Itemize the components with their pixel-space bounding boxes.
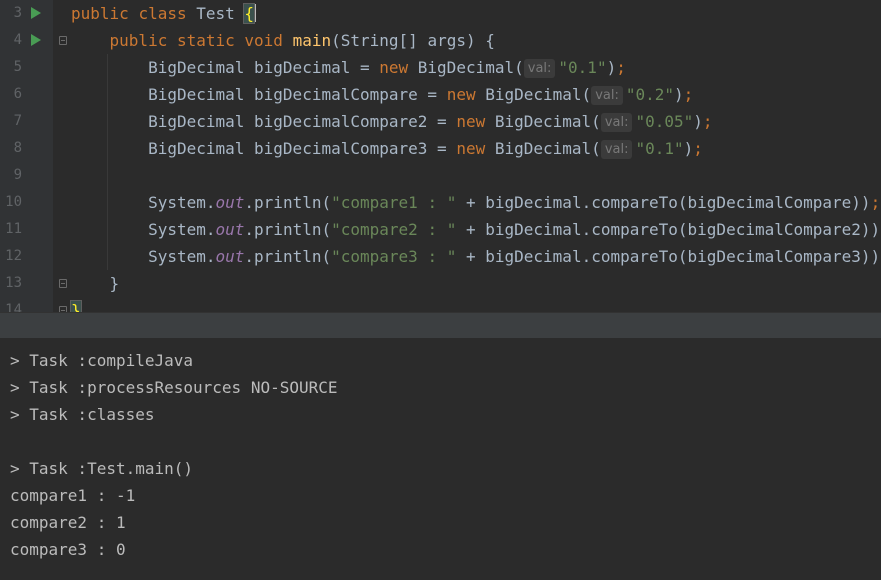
line-number: 3 [13,5,22,21]
line-number: 10 [5,194,22,210]
text-caret [254,4,257,22]
code-token: new [456,139,495,158]
panel-splitter[interactable] [0,312,881,339]
code-line: System.out.println("compare2 : " + bigDe… [71,216,881,243]
code-line: public class Test { [71,0,881,27]
code-token: "0.2" [625,85,675,104]
code-token: ) [674,85,684,104]
code-token: ; [693,139,703,158]
code-token: BigDecimal bigDecimalCompare = [71,85,447,104]
code-token: System. [71,193,216,212]
code-token: BigDecimal bigDecimal = [71,58,380,77]
code-token: static [176,31,245,50]
code-token: "compare1 : " [331,193,457,212]
parameter-hint: val: [523,59,556,78]
code-token: new [446,85,486,104]
code-line: public static void main(String[] args) { [71,27,881,54]
parameter-hint: val: [600,140,633,159]
code-token: BigDecimal( [494,139,601,158]
code-token: "compare3 : " [331,247,457,266]
code-token: main [292,31,332,50]
line-number: 12 [5,248,22,264]
code-token: out [215,193,245,212]
code-line: BigDecimal bigDecimalCompare3 = new BigD… [71,135,881,162]
fold-toggle-icon[interactable] [59,36,67,45]
run-console[interactable]: > Task :compileJava > Task :processResour… [0,339,881,580]
code-token: System. [71,247,216,266]
code-token: (String[] args) { [331,31,495,50]
code-token: .println( [244,247,332,266]
fold-toggle-icon[interactable] [59,279,67,288]
code-token: "0.1" [635,139,684,158]
code-token: } [70,300,82,312]
code-token: Test [196,4,245,23]
code-token: new [456,112,495,131]
code-token: } [71,274,120,293]
line-number: 6 [13,86,22,102]
line-number: 13 [5,275,22,291]
run-gutter-icon[interactable] [31,34,41,46]
run-gutter-icon[interactable] [31,7,41,19]
code-token: + bigDecimal.compareTo(bigDecimalCompare… [456,193,871,212]
line-number: 11 [5,221,22,237]
code-token: BigDecimal bigDecimalCompare3 = [71,139,457,158]
code-token: ; [683,85,694,104]
code-token: "compare2 : " [331,220,457,239]
code-token: + bigDecimal.compareTo(bigDecimalCompare… [456,220,881,239]
code-line: System.out.println("compare3 : " + bigDe… [71,243,881,270]
code-token: public [71,4,139,23]
line-number: 4 [13,32,22,48]
parameter-hint: val: [600,113,633,132]
code-token: BigDecimal( [417,58,524,77]
code-token: + bigDecimal.compareTo(bigDecimalCompare… [456,247,881,266]
code-token: .println( [244,220,332,239]
line-number: 9 [13,167,22,183]
console-output-line: compare3 : 0 [10,540,126,559]
code-line: BigDecimal bigDecimalCompare2 = new BigD… [71,108,881,135]
code-token: ) [683,139,694,158]
code-line: } [71,270,881,297]
ide-window: 3 public class Test {4 public static void… [0,0,881,580]
line-number: 5 [13,59,22,75]
parameter-hint: val: [591,86,623,105]
code-token: ; [870,193,881,212]
code-token: BigDecimal bigDecimalCompare2 = [71,112,457,131]
console-output-line: > Task :classes [10,405,155,424]
code-token: out [215,220,245,239]
code-token: System. [71,220,216,239]
console-output-line: compare2 : 1 [10,513,126,532]
code-token: ) [606,58,617,77]
fold-column [53,0,71,312]
code-token: { [243,3,256,24]
code-token: ; [702,112,713,131]
code-token: "0.1" [558,58,607,77]
code-token: public [71,31,177,50]
code-editor[interactable]: 3 public class Test {4 public static void… [0,0,881,312]
code-token: ) [693,112,703,131]
code-token: ; [616,58,626,77]
indent-guide [107,54,108,270]
console-output-line: > Task :Test.main() [10,459,194,478]
line-number: 14 [5,302,22,312]
code-token: BigDecimal( [485,85,592,104]
code-line: BigDecimal bigDecimalCompare = new BigDe… [71,81,881,108]
code-token: BigDecimal( [494,112,601,131]
console-output-line: > Task :processResources NO-SOURCE [10,378,338,397]
console-output-line: compare1 : -1 [10,486,136,505]
code-token: "0.05" [635,112,694,131]
code-token: new [379,58,418,77]
line-number: 7 [13,113,22,129]
code-token: void [244,31,293,50]
line-number: 8 [13,140,22,156]
code-token: out [215,247,245,266]
code-token: .println( [244,193,332,212]
console-output-line: > Task :compileJava [10,351,194,370]
code-token: class [138,4,197,23]
code-line: System.out.println("compare1 : " + bigDe… [71,189,881,216]
code-line: } [70,297,881,312]
code-line: BigDecimal bigDecimal = new BigDecimal(v… [71,54,881,81]
